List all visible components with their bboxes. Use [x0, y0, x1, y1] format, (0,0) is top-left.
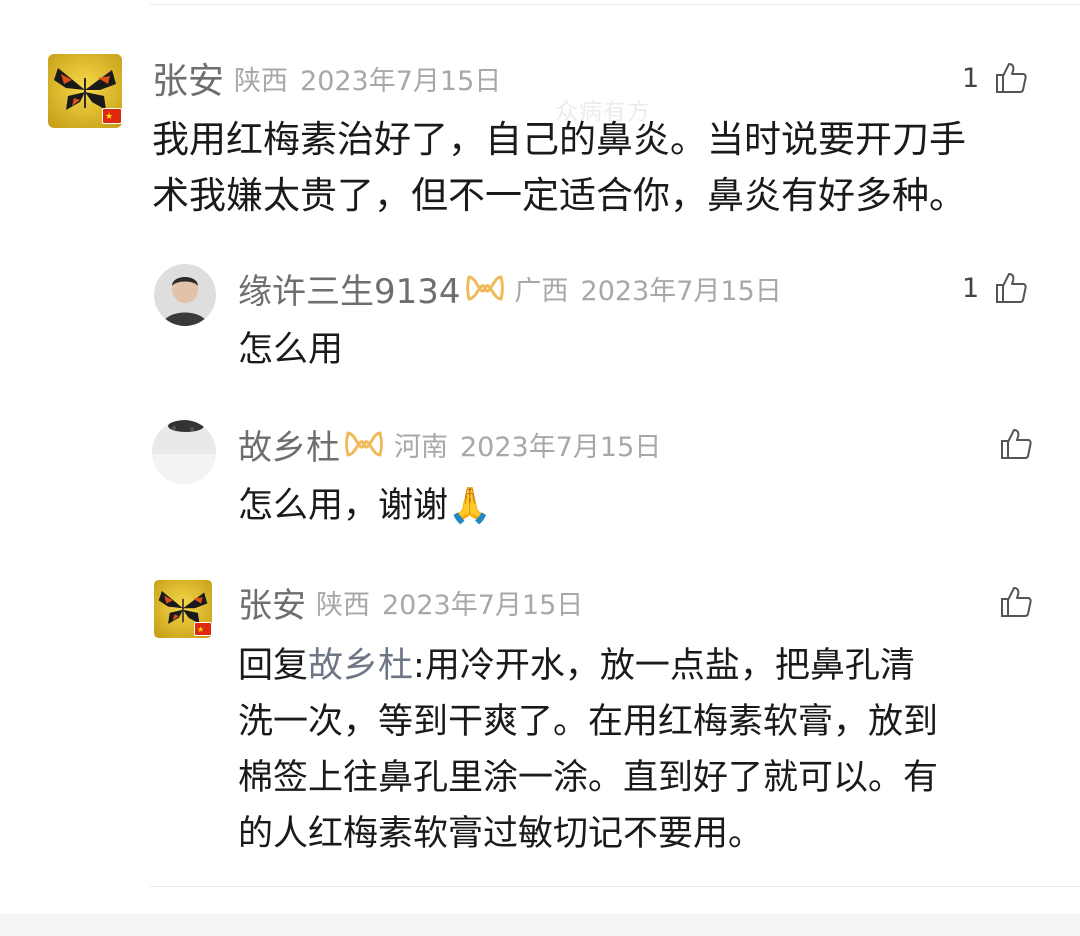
comment-line: 怎么用 [238, 330, 344, 370]
comment-text: 怎么用 [238, 324, 343, 376]
avatar[interactable] [154, 264, 216, 326]
china-flag-icon: ★ [102, 108, 122, 124]
comment-line: 术我嫌太贵了，但不一定适合你，鼻炎有好多种。 [152, 174, 966, 217]
timestamp: 2023年7月15日 [460, 431, 662, 463]
comment-line: 的人红梅素软膏过敏切记不要用。 [238, 814, 764, 854]
china-flag-icon: ★ [194, 622, 212, 636]
divider [150, 886, 1080, 887]
landscape-avatar-icon [152, 420, 216, 484]
like-button[interactable] [998, 424, 1034, 464]
like-button[interactable]: 1 [962, 268, 1029, 308]
thumbs-up-icon [1001, 587, 1032, 617]
timestamp: 2023年7月15日 [300, 65, 502, 97]
thumbs-up-icon [996, 273, 1027, 303]
vip-badge-icon [345, 431, 383, 457]
comment-text: 我用红梅素治好了，自己的鼻炎。当时说要开刀手 术我嫌太贵了，但不一定适合你，鼻炎… [152, 112, 966, 224]
vip-badge-icon [465, 275, 504, 301]
reply-prefix: 回复 [238, 646, 309, 686]
username[interactable]: 张安 [238, 578, 306, 627]
comment-meta: 张安 陕西 2023年7月15日 [238, 582, 584, 626]
username[interactable]: 故乡杜 [238, 420, 340, 469]
comment-meta: 缘许三生9134 广西 2023年7月15日 [238, 268, 782, 312]
comment-line: 我用红梅素治好了，自己的鼻炎。当时说要开刀手 [152, 118, 966, 161]
like-count: 1 [962, 62, 980, 94]
comment-text: 回复故乡杜:用冷开水，放一点盐，把鼻孔清 洗一次，等到干爽了。在用红梅素软膏，放… [238, 638, 938, 862]
like-count: 1 [962, 272, 980, 304]
reply-mention[interactable]: 故乡杜 [308, 646, 413, 686]
like-button[interactable] [998, 582, 1034, 622]
username[interactable]: 缘许三生9134 [238, 264, 461, 313]
region: 陕西 [234, 65, 289, 97]
thumbs-up-icon [996, 63, 1027, 93]
avatar[interactable]: ★ [48, 54, 122, 128]
comment-line: 棉签上往鼻孔里涂一涂。直到好了就可以。有 [238, 758, 939, 798]
region: 河南 [394, 431, 448, 463]
avatar[interactable] [152, 420, 216, 484]
comment-text: 怎么用，谢谢🙏 [238, 480, 492, 532]
person-avatar-icon [154, 264, 216, 326]
username[interactable]: 张安 [152, 52, 224, 104]
comment-meta: 张安 陕西 2023年7月15日 [152, 58, 502, 102]
region: 陕西 [316, 589, 370, 621]
comment-meta: 故乡杜 河南 2023年7月15日 [238, 424, 662, 468]
comment-line: 回复故乡杜:用冷开水，放一点盐，把鼻孔清 [238, 638, 938, 694]
comment-line: 洗一次，等到干爽了。在用红梅素软膏，放到 [238, 702, 939, 742]
timestamp: 2023年7月15日 [382, 589, 584, 621]
footer-strip [0, 914, 1080, 936]
reply-first-line: :用冷开水，放一点盐，把鼻孔清 [413, 646, 915, 686]
region: 广西 [514, 275, 569, 307]
timestamp: 2023年7月15日 [580, 275, 782, 307]
thumbs-up-icon [1001, 429, 1032, 459]
avatar[interactable]: ★ [154, 580, 212, 638]
comment-line: 怎么用，谢谢🙏 [238, 486, 492, 526]
top-divider [150, 4, 1080, 5]
like-button[interactable]: 1 [962, 58, 1029, 98]
